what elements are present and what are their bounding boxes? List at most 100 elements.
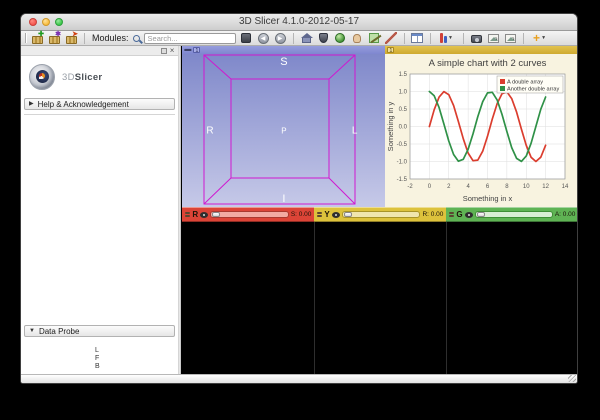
x-axis-label: Something in x: [463, 194, 513, 203]
pin-icon[interactable]: [449, 212, 454, 218]
module-search-input[interactable]: [145, 34, 236, 43]
logo-slicer-text: Slicer: [75, 72, 103, 83]
toolbar-separator: [84, 33, 85, 44]
slider-handle[interactable]: [477, 212, 485, 217]
slider-handle[interactable]: [212, 212, 220, 217]
slice-offset-value: A: 0.00: [555, 211, 576, 218]
close-icon[interactable]: ×: [170, 48, 175, 54]
sceneview-restore-button[interactable]: a: [504, 32, 517, 44]
view-3d-canvas[interactable]: S I R L P: [182, 54, 385, 207]
arrow-badge-icon: ➤: [72, 32, 78, 38]
x-tick-label: 14: [562, 184, 569, 190]
save-scene-button[interactable]: ➤: [65, 32, 78, 44]
data-probe-label: Data Probe: [39, 327, 79, 336]
slice-viewport-green[interactable]: [446, 222, 578, 376]
pin-icon[interactable]: [185, 212, 190, 218]
pin-icon[interactable]: [317, 212, 322, 218]
crosshair-icon: [440, 33, 447, 43]
screenshot-button[interactable]: [470, 32, 483, 44]
data-probe-row-f: F: [95, 355, 100, 363]
view-3d-badge: 1: [193, 47, 200, 53]
toolbar-separator: [293, 33, 294, 44]
home-module-button[interactable]: [300, 32, 313, 44]
toolbar-separator: [404, 33, 405, 44]
axis-label-posterior: P: [281, 126, 286, 135]
slice-controller-green: G A: 0.00: [446, 207, 578, 222]
slice-offset-slider[interactable]: [342, 211, 421, 218]
search-icon: [133, 35, 140, 42]
data-basket-icon: ✱: [49, 36, 60, 44]
slice-offset-slider[interactable]: [210, 211, 289, 218]
favorite-module-button-2[interactable]: [334, 32, 347, 44]
y-tick-label: 0.5: [399, 107, 408, 113]
data-probe-row-l: L: [95, 347, 100, 355]
mouse-interaction-button[interactable]: [351, 32, 364, 44]
chevron-down-icon: ▼: [448, 35, 453, 41]
extensions-button[interactable]: + ▼: [530, 32, 550, 44]
toolbar-drag-handle[interactable]: [25, 33, 27, 43]
panel-divider: [24, 114, 175, 115]
chart-svg: -202468101214-1.5-1.0-0.50.00.51.01.5A s…: [385, 54, 578, 207]
slice-view-label: Y: [324, 210, 329, 219]
axis-label-left: L: [352, 125, 358, 136]
data-basket-icon: ➤: [66, 36, 77, 44]
green-sphere-icon: [335, 33, 345, 43]
data-probe-section[interactable]: ▼ Data Probe: [24, 325, 175, 337]
slicer-logo: [29, 64, 55, 90]
layout-selector-button[interactable]: [411, 32, 424, 44]
pencil-note-icon: [369, 33, 379, 43]
axis-label-right: R: [206, 125, 213, 136]
x-tick-label: -2: [408, 184, 414, 190]
eye-icon[interactable]: [332, 212, 340, 218]
camera-icon: [471, 35, 482, 43]
history-icon: [241, 33, 251, 43]
plus-badge-icon: ✚: [38, 32, 44, 38]
x-tick-label: 12: [543, 184, 550, 190]
crosshair-button[interactable]: ▼: [437, 32, 457, 44]
ruler-pencil-icon: [385, 32, 397, 44]
modules-label: Modules:: [92, 33, 129, 43]
x-tick-label: 0: [428, 184, 432, 190]
eye-icon[interactable]: [200, 212, 208, 218]
legend-swatch: [500, 86, 505, 91]
forward-arrow-icon: ▶: [275, 33, 286, 44]
resize-grip[interactable]: [568, 375, 576, 382]
help-acknowledgement-section[interactable]: ▶ Help & Acknowledgement: [24, 98, 175, 110]
module-selector-combobox[interactable]: ▲ ▼: [144, 33, 236, 44]
chart-canvas[interactable]: -202468101214-1.5-1.0-0.50.00.51.01.5A s…: [385, 54, 578, 207]
view-pin-icon[interactable]: ▬: [184, 47, 191, 53]
app-logo-text: 3DSlicer: [62, 72, 102, 83]
slice-controller-red: R S: 0.00: [182, 207, 314, 222]
app-window: 3D Slicer 4.1.0-2012-05-17 ✚ ✱ ➤ Modules…: [20, 13, 578, 384]
sceneview-save-button[interactable]: a: [487, 32, 500, 44]
slice-viewport-yellow[interactable]: [314, 222, 446, 376]
add-data-button[interactable]: ✚: [31, 32, 44, 44]
legend-label: Another double array: [507, 87, 559, 93]
place-annotation-button[interactable]: [368, 32, 381, 44]
toolbar-separator: [463, 33, 464, 44]
data-probe-area: ▼ Data Probe L F B: [21, 323, 178, 376]
pin-icon[interactable]: [161, 48, 167, 54]
data-probe-rows: L F B: [95, 347, 100, 371]
chevron-down-icon: ▼: [29, 328, 35, 334]
favorite-module-button-1[interactable]: [317, 32, 330, 44]
star-badge-icon: ✱: [55, 32, 61, 38]
slider-handle[interactable]: [344, 212, 352, 217]
annotation-ruler-button[interactable]: [385, 32, 398, 44]
add-volume-button[interactable]: ✱: [48, 32, 61, 44]
eye-icon[interactable]: [465, 212, 473, 218]
window-status-bar: [21, 374, 577, 383]
module-back-button[interactable]: ◀: [257, 32, 270, 44]
legend-swatch: [500, 79, 505, 84]
module-history-button[interactable]: [240, 32, 253, 44]
chart-view-header: 1: [385, 46, 578, 54]
slice-offset-slider[interactable]: [475, 211, 553, 218]
y-tick-label: 1.0: [399, 90, 408, 96]
sceneview-letter: a: [494, 37, 497, 43]
y-tick-label: -1.5: [397, 177, 408, 183]
view-3d: ▬ 1 S I R: [182, 46, 385, 207]
slice-viewport-red[interactable]: [182, 222, 313, 376]
slice-viewports: [182, 222, 578, 376]
main-content: × 3DSlicer ▶ Help & Acknowledgement ▼: [21, 46, 577, 376]
module-forward-button[interactable]: ▶: [274, 32, 287, 44]
